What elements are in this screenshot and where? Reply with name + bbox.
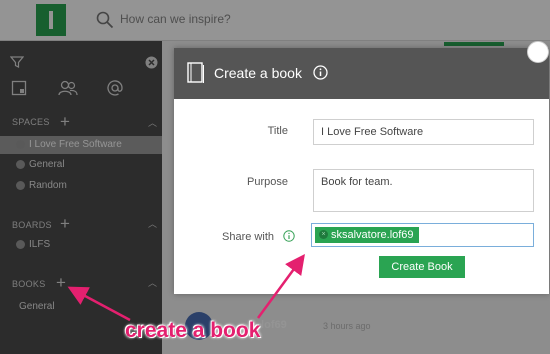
create-book-button[interactable]: Create Book	[379, 256, 465, 278]
user-tag: × sksalvatore.lof69	[315, 227, 419, 243]
book-icon	[187, 62, 204, 83]
purpose-textarea[interactable]: Book for team.	[313, 169, 534, 212]
share-with-input[interactable]: × sksalvatore.lof69	[311, 223, 534, 247]
annotation-label: create a book	[125, 319, 261, 342]
share-with-label: Share with	[222, 231, 274, 243]
title-input[interactable]: I Love Free Software	[313, 119, 534, 145]
info-icon[interactable]	[313, 65, 328, 80]
remove-tag-icon[interactable]: ×	[319, 230, 328, 239]
purpose-label: Purpose	[247, 176, 288, 188]
user-tag-label: sksalvatore.lof69	[331, 229, 414, 241]
dialog-close-button[interactable]	[527, 41, 549, 63]
title-label: Title	[267, 125, 288, 137]
dialog-header: Create a book	[174, 48, 549, 99]
dialog-title: Create a book	[214, 65, 302, 81]
info-icon[interactable]	[283, 230, 295, 242]
